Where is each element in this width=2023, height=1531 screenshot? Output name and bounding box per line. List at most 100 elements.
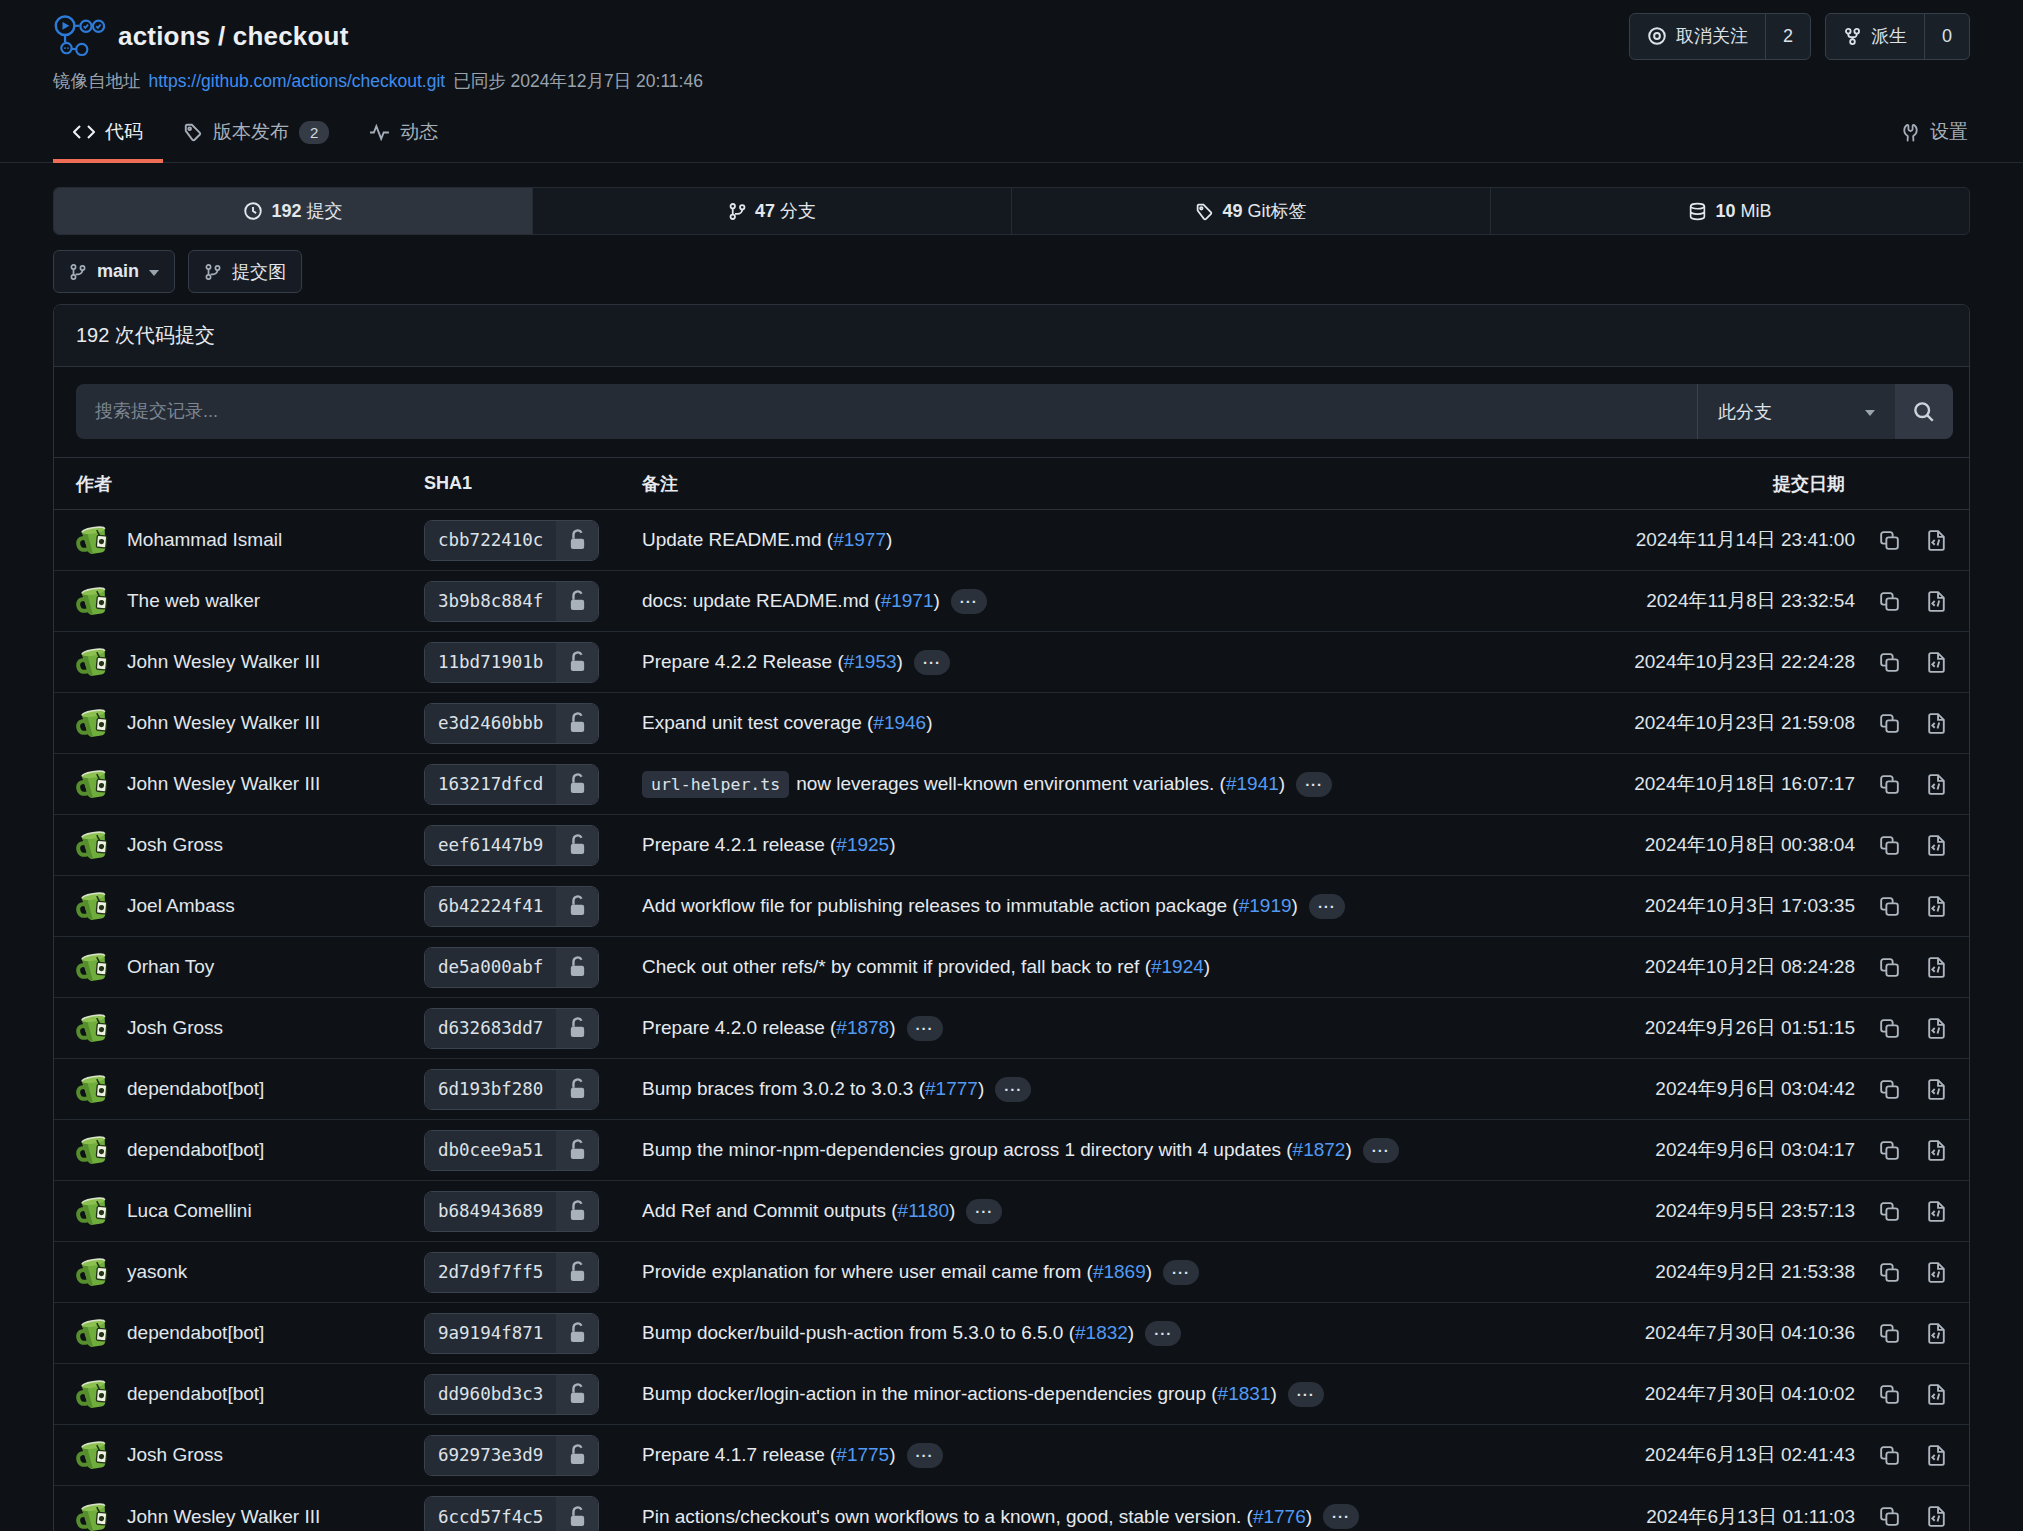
pr-link[interactable]: #1924: [1151, 956, 1204, 978]
commit-sha-badge[interactable]: 3b9b8c884f: [424, 581, 599, 622]
search-button[interactable]: [1895, 384, 1953, 439]
repo-link[interactable]: checkout: [233, 21, 349, 51]
avatar[interactable]: [76, 1009, 114, 1047]
branch-filter-dropdown[interactable]: 此分支: [1697, 384, 1895, 439]
copy-sha-button[interactable]: [1877, 1016, 1902, 1041]
avatar[interactable]: [76, 1192, 114, 1230]
commit-author-name[interactable]: dependabot[bot]: [127, 1383, 264, 1405]
commit-message[interactable]: Add workflow file for publishing release…: [642, 895, 1239, 917]
unwatch-button[interactable]: 取消关注 2: [1629, 13, 1811, 60]
pr-link[interactable]: #1180: [898, 1200, 949, 1222]
pr-link[interactable]: #1872: [1293, 1139, 1346, 1161]
copy-sha-button[interactable]: [1877, 589, 1902, 614]
expand-commit-button[interactable]: ···: [995, 1077, 1031, 1102]
stat-size[interactable]: 10 MiB: [1490, 188, 1969, 234]
stat-tags[interactable]: 49 Git标签: [1011, 188, 1490, 234]
commit-author-name[interactable]: John Wesley Walker III: [127, 712, 320, 734]
commit-message[interactable]: Prepare 4.2.0 release (: [642, 1017, 836, 1039]
commit-message[interactable]: docs: update README.md (: [642, 590, 881, 612]
commit-sha-badge[interactable]: 6d193bf280: [424, 1069, 599, 1110]
pr-link[interactable]: #1831: [1218, 1383, 1271, 1405]
pr-link[interactable]: #1941: [1226, 773, 1279, 795]
stat-commits[interactable]: 192 提交: [54, 188, 532, 234]
commit-author-name[interactable]: Josh Gross: [127, 1017, 223, 1039]
avatar[interactable]: [76, 643, 114, 681]
expand-commit-button[interactable]: ···: [1323, 1504, 1359, 1529]
expand-commit-button[interactable]: ···: [1145, 1321, 1181, 1346]
copy-sha-button[interactable]: [1877, 1382, 1902, 1407]
tab-code[interactable]: 代码: [53, 107, 163, 162]
view-file-at-commit-button[interactable]: [1924, 1382, 1949, 1407]
expand-commit-button[interactable]: ···: [951, 589, 987, 614]
watch-count[interactable]: 2: [1765, 14, 1810, 59]
commit-sha-badge[interactable]: 9a9194f871: [424, 1313, 599, 1354]
fork-button[interactable]: 派生 0: [1825, 13, 1970, 60]
copy-sha-button[interactable]: [1877, 1260, 1902, 1285]
commit-sha-badge[interactable]: 163217dfcd: [424, 764, 599, 805]
view-file-at-commit-button[interactable]: [1924, 772, 1949, 797]
commit-sha-badge[interactable]: 2d7d9f7ff5: [424, 1252, 599, 1293]
avatar[interactable]: [76, 826, 114, 864]
copy-sha-button[interactable]: [1877, 711, 1902, 736]
copy-sha-button[interactable]: [1877, 650, 1902, 675]
commit-author-name[interactable]: dependabot[bot]: [127, 1139, 264, 1161]
expand-commit-button[interactable]: ···: [1296, 772, 1332, 797]
commit-author-name[interactable]: Joel Ambass: [127, 895, 235, 917]
commit-sha-badge[interactable]: cbb722410c: [424, 520, 599, 561]
copy-sha-button[interactable]: [1877, 1138, 1902, 1163]
avatar[interactable]: [76, 1375, 114, 1413]
commit-author-name[interactable]: Luca Comellini: [127, 1200, 252, 1222]
commit-message[interactable]: Bump docker/login-action in the minor-ac…: [642, 1383, 1218, 1405]
view-file-at-commit-button[interactable]: [1924, 1199, 1949, 1224]
owner-link[interactable]: actions: [118, 21, 210, 51]
avatar[interactable]: [76, 1498, 114, 1531]
commit-sha-badge[interactable]: 6b42224f41: [424, 886, 599, 927]
view-file-at-commit-button[interactable]: [1924, 1443, 1949, 1468]
commit-author-name[interactable]: dependabot[bot]: [127, 1322, 264, 1344]
avatar[interactable]: [76, 582, 114, 620]
pr-link[interactable]: #1832: [1075, 1322, 1128, 1344]
commit-sha-badge[interactable]: de5a000abf: [424, 947, 599, 988]
pr-link[interactable]: #1777: [925, 1078, 978, 1100]
commit-message[interactable]: Prepare 4.2.1 release (: [642, 834, 836, 856]
commit-sha-badge[interactable]: e3d2460bbb: [424, 703, 599, 744]
expand-commit-button[interactable]: ···: [1309, 894, 1345, 919]
copy-sha-button[interactable]: [1877, 772, 1902, 797]
expand-commit-button[interactable]: ···: [914, 650, 950, 675]
commit-message[interactable]: Prepare 4.2.2 Release (: [642, 651, 844, 673]
commit-author-name[interactable]: Orhan Toy: [127, 956, 214, 978]
commit-message[interactable]: Bump braces from 3.0.2 to 3.0.3 (: [642, 1078, 925, 1100]
expand-commit-button[interactable]: ···: [1363, 1138, 1399, 1163]
avatar[interactable]: [76, 1131, 114, 1169]
view-file-at-commit-button[interactable]: [1924, 528, 1949, 553]
commit-author-name[interactable]: Josh Gross: [127, 1444, 223, 1466]
avatar[interactable]: [76, 765, 114, 803]
commit-author-name[interactable]: dependabot[bot]: [127, 1078, 264, 1100]
commit-author-name[interactable]: John Wesley Walker III: [127, 651, 320, 673]
avatar[interactable]: [76, 1070, 114, 1108]
fork-count[interactable]: 0: [1924, 14, 1969, 59]
view-file-at-commit-button[interactable]: [1924, 1016, 1949, 1041]
view-file-at-commit-button[interactable]: [1924, 833, 1949, 858]
stat-branches[interactable]: 47 分支: [532, 188, 1011, 234]
commit-author-name[interactable]: Mohammad Ismail: [127, 529, 282, 551]
pr-link[interactable]: #1977: [833, 529, 886, 551]
copy-sha-button[interactable]: [1877, 833, 1902, 858]
commit-message[interactable]: Bump docker/build-push-action from 5.3.0…: [642, 1322, 1075, 1344]
avatar[interactable]: [76, 1314, 114, 1352]
avatar[interactable]: [76, 887, 114, 925]
commit-author-name[interactable]: yasonk: [127, 1261, 187, 1283]
pr-link[interactable]: #1776: [1253, 1506, 1306, 1528]
tab-releases[interactable]: 版本发布 2: [163, 107, 349, 162]
copy-sha-button[interactable]: [1877, 894, 1902, 919]
mirror-url-link[interactable]: https://github.com/actions/checkout.git: [149, 71, 446, 92]
commit-sha-badge[interactable]: 11bd71901b: [424, 642, 599, 683]
pr-link[interactable]: #1869: [1093, 1261, 1146, 1283]
expand-commit-button[interactable]: ···: [1288, 1382, 1324, 1407]
expand-commit-button[interactable]: ···: [1163, 1260, 1199, 1285]
copy-sha-button[interactable]: [1877, 1504, 1902, 1529]
view-file-at-commit-button[interactable]: [1924, 894, 1949, 919]
tab-settings[interactable]: 设置: [1881, 107, 1970, 162]
expand-commit-button[interactable]: ···: [966, 1199, 1002, 1224]
pr-link[interactable]: #1919: [1239, 895, 1292, 917]
